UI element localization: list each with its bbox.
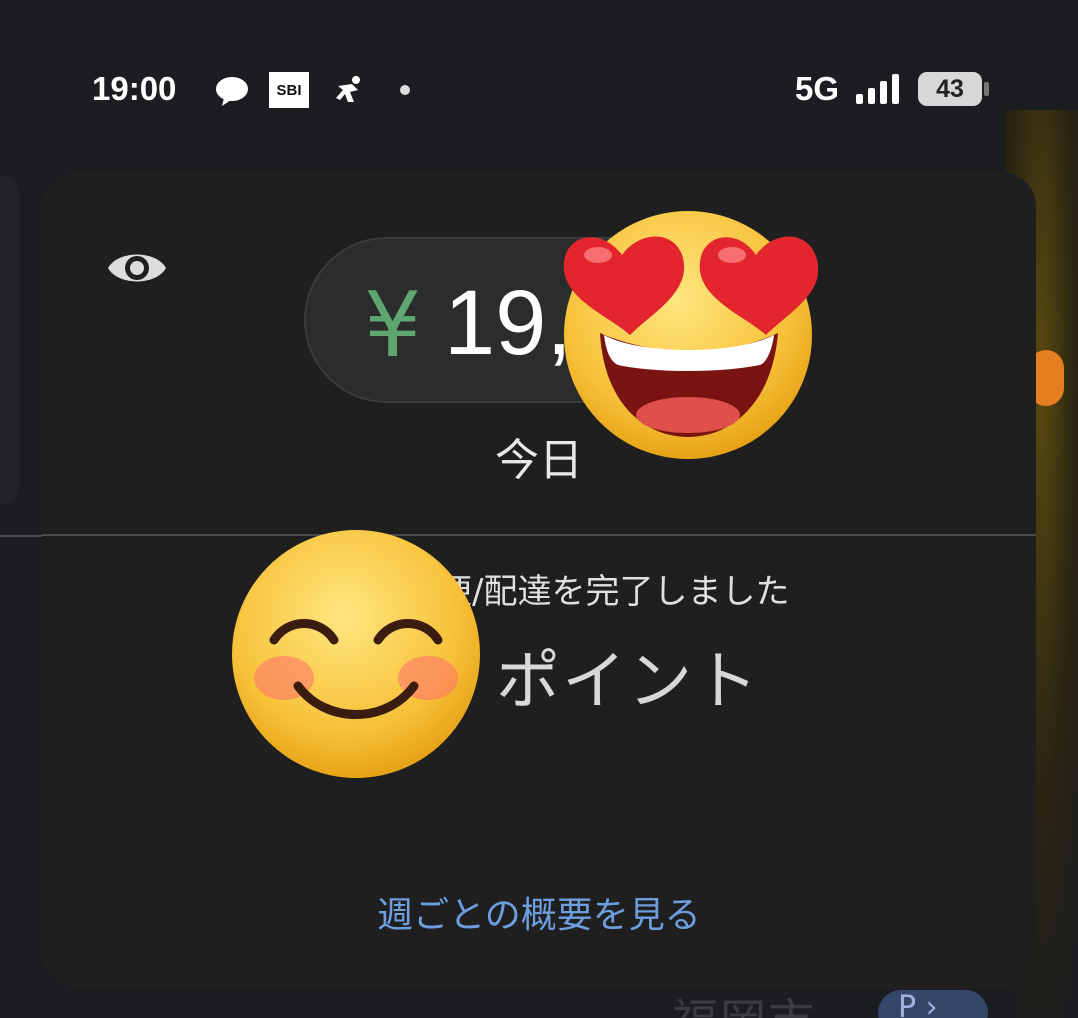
status-bar: 19:00 SBI 5G 43 (0, 60, 1078, 120)
battery-cap (984, 82, 989, 96)
heart-eyes-emoji (563, 211, 818, 459)
message-bubble-icon (216, 77, 248, 106)
smiling-face-emoji (232, 530, 480, 778)
dot-icon (400, 85, 410, 95)
sbi-app-icon: SBI (269, 72, 309, 108)
side-card-peek[interactable] (0, 175, 20, 505)
weekly-summary-link[interactable]: 週ごとの概要を見る (42, 886, 1036, 938)
delivery-runner-icon (336, 76, 360, 102)
map-city-label: 福岡市 (672, 985, 816, 1018)
card-divider (42, 534, 1036, 536)
period-label: 今日 (495, 435, 583, 486)
status-time: 19:00 (92, 70, 177, 107)
trips-completed-text: 便/配達を完了しました (438, 572, 790, 612)
network-type: 5G (795, 70, 840, 107)
points-label: ポイント (496, 645, 760, 719)
earnings-card[interactable]: ¥ 19, 今日 便/配達を完了しました ポイント 週ごとの概要を見る (42, 172, 1036, 988)
earnings-amount: 19, (444, 272, 572, 374)
battery-level: 43 (918, 72, 982, 106)
currency-symbol: ¥ (364, 273, 422, 378)
signal-strength-icon (856, 74, 899, 104)
eye-icon[interactable] (106, 244, 168, 292)
map-badge[interactable]: P › (878, 990, 988, 1018)
